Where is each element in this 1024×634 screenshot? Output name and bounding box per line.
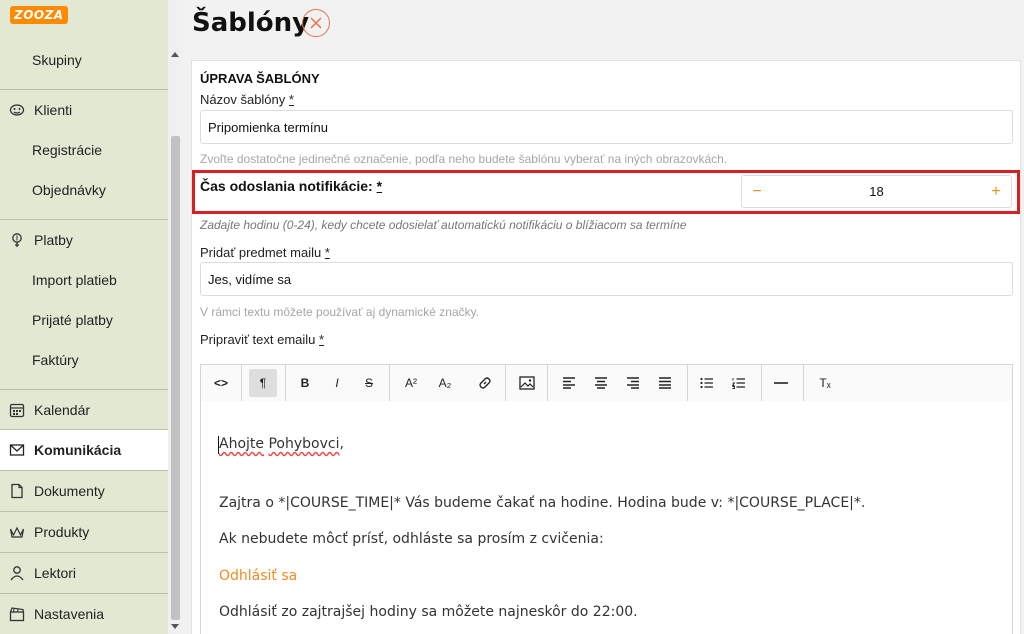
toolbar-separator [285,365,286,401]
required-mark: * [376,178,383,194]
envelope-icon [8,441,26,459]
toolbar-separator [241,365,242,401]
sidebar-item-prijate-platby[interactable]: Prijaté platby [0,300,168,340]
required-mark: * [324,245,330,260]
sidebar-item-registracie[interactable]: Registrácie [0,130,168,170]
sidebar-item-kalendar[interactable]: Kalendár [0,390,168,430]
link-icon[interactable] [467,365,503,401]
italic-icon[interactable]: I [319,365,355,401]
strikethrough-icon[interactable]: S [351,365,387,401]
numbered-list-icon[interactable] [721,365,757,401]
crown-icon [8,523,26,541]
smile-mask-icon [8,101,26,119]
align-left-icon[interactable] [551,365,587,401]
editor-line-cancel-info[interactable]: Ak nebudete môcť prísť, odhláste sa pros… [219,531,604,547]
clapperboard-icon [8,605,26,623]
template-name-input[interactable]: Pripomienka termínu [200,110,1013,144]
sidebar-item-lektori[interactable]: Lektori [0,553,168,593]
sidebar-item-faktury[interactable]: Faktúry [0,340,168,380]
required-mark: * [288,92,294,107]
paragraph-format-selected: ¶ [249,369,277,397]
subject-hint: V rámci textu môžete používať aj dynamic… [200,305,480,319]
editor-line-greeting[interactable]: Ahojte Pohybovci, [219,436,344,452]
send-time-hint: Zadajte hodinu (0-24), kedy chcete odosi… [200,218,687,232]
section-title: ÚPRAVA ŠABLÓNY [200,71,320,86]
unsubscribe-link[interactable]: Odhlásiť sa [219,568,297,584]
sidebar-item-import-platieb[interactable]: Import platieb [0,260,168,300]
send-time-value[interactable]: 18 [772,176,981,207]
close-circle-icon[interactable] [302,9,330,37]
toolbar-separator [505,365,506,401]
sidebar-item-nastavenia[interactable]: Nastavenia [0,594,168,634]
toolbar-separator [687,365,688,401]
bold-icon[interactable]: B [287,365,323,401]
sidebar-item-klienti[interactable]: Klienti [0,90,168,130]
money-bag-icon [8,231,26,249]
document-icon [8,482,26,500]
user-icon [8,564,26,582]
editor-line-course[interactable]: Zajtra o *|COURSE_TIME|* Vás budeme čaka… [219,495,865,511]
editor-line-deadline[interactable]: Odhlásiť zo zajtrajšej hodiny sa môžete … [219,604,638,620]
sidebar-scrollbar[interactable] [168,0,183,634]
align-right-icon[interactable] [615,365,651,401]
template-name-label: Názov šablóny * [200,92,294,107]
send-time-label: Čas odoslania notifikácie: * [200,178,383,194]
toolbar-separator [547,365,548,401]
clear-format-icon[interactable]: Tₓ [807,365,843,401]
sidebar-item-objednavky[interactable]: Objednávky [0,170,168,210]
scroll-up-arrow-icon[interactable] [171,52,179,57]
align-center-icon[interactable] [583,365,619,401]
subscript-icon[interactable]: A₂ [427,365,463,401]
image-icon[interactable] [509,365,545,401]
subject-input[interactable]: Jes, vidíme sa [200,262,1013,296]
superscript-icon[interactable]: A² [393,365,429,401]
sidebar-item-skupiny[interactable]: Skupiny [0,40,168,80]
paragraph-format-icon[interactable]: ¶ [245,365,281,401]
template-name-hint: Zvoľte dostatočne jedinečné označenie, p… [200,152,728,166]
zooza-logo[interactable]: ZOOZA [10,6,68,24]
align-justify-icon[interactable] [647,365,683,401]
sidebar-item-dokumenty[interactable]: Dokumenty [0,471,168,511]
sidebar-item-produkty[interactable]: Produkty [0,512,168,552]
send-time-stepper[interactable]: − 18 + [741,175,1012,208]
decrement-button[interactable]: − [742,176,772,207]
calendar-icon [8,401,26,419]
bullet-list-icon[interactable] [689,365,725,401]
email-body-label: Pripraviť text emailu * [200,332,325,347]
scroll-down-arrow-icon[interactable] [171,624,179,629]
sidebar: ZOOZA Skupiny Klienti Registrácie Objedn… [0,0,168,634]
subject-label: Pridať predmet mailu * [200,245,330,260]
editor-toolbar: <> ¶ B I S A² A₂ Tₓ [200,364,1013,402]
toolbar-separator [389,365,390,401]
page-title: Šablóny [192,8,310,38]
code-view-icon[interactable]: <> [203,365,239,401]
sidebar-item-platby[interactable]: Platby [0,220,168,260]
horizontal-rule-icon[interactable] [763,365,799,401]
scroll-thumb[interactable] [171,136,180,620]
sidebar-item-komunikacia[interactable]: Komunikácia [0,430,168,470]
toolbar-separator [803,365,804,401]
toolbar-separator [761,365,762,401]
increment-button[interactable]: + [981,176,1011,207]
required-mark: * [319,332,325,347]
